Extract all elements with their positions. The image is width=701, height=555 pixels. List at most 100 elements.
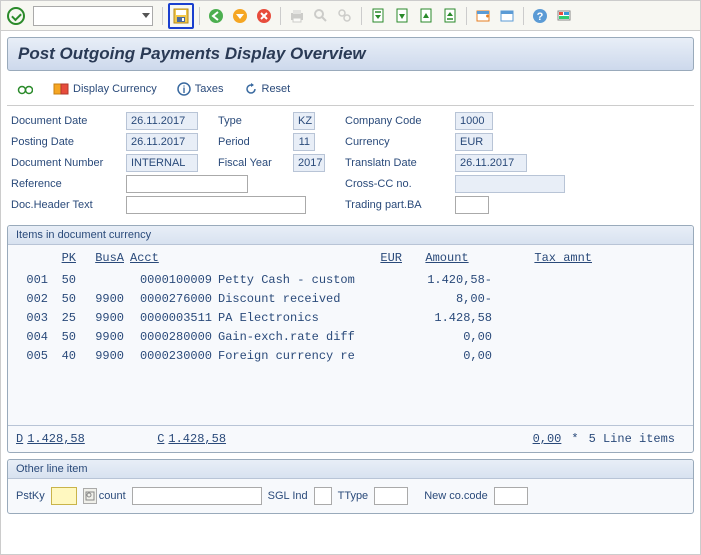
other-line-item-title: Other line item <box>8 460 693 479</box>
cell-busa: 9900 <box>76 292 124 306</box>
items-groupbox: Items in document currency PK BusA Acct … <box>7 225 694 453</box>
cell-desc: Petty Cash - custom <box>212 273 362 287</box>
ttype-input[interactable] <box>374 487 408 505</box>
undo-icon <box>244 82 258 96</box>
currency-value: EUR <box>455 133 493 151</box>
trading-ba-input[interactable] <box>455 196 489 214</box>
back-button[interactable] <box>205 5 227 27</box>
print-button[interactable] <box>286 5 308 27</box>
customize-button[interactable] <box>553 5 575 27</box>
table-row[interactable]: 001500000100009Petty Cash - custom1.420,… <box>16 273 685 287</box>
cell-amount: 1.420,58- <box>362 273 492 287</box>
save-button[interactable] <box>171 6 191 26</box>
crosscc-label: Cross-CC no. <box>345 178 455 190</box>
taxes-button[interactable]: i Taxes <box>171 80 230 98</box>
taxes-label: Taxes <box>195 83 224 95</box>
table-row[interactable]: 0032599000000003511PA Electronics1.428,5… <box>16 311 685 325</box>
first-page-icon <box>370 8 386 24</box>
enter-button[interactable] <box>5 5 27 27</box>
account-input[interactable] <box>132 487 262 505</box>
find-button[interactable] <box>310 5 332 27</box>
doc-date-value: 26.11.2017 <box>126 112 198 130</box>
exit-button[interactable] <box>229 5 251 27</box>
cell-pk: 50 <box>48 330 76 344</box>
doc-date-label: Document Date <box>11 115 126 127</box>
customize-icon <box>556 8 572 24</box>
svg-text:i: i <box>182 85 185 96</box>
other-line-item-body: PstKy count SGL Ind TType New co.code <box>8 479 693 513</box>
cancel-button[interactable] <box>253 5 275 27</box>
header-form: Document Date 26.11.2017 Type KZ Company… <box>1 110 700 219</box>
fiscal-year-value: 2017 <box>293 154 325 172</box>
credit-label: C <box>157 432 164 446</box>
separator <box>199 7 200 25</box>
cell-amount: 0,00 <box>362 349 492 363</box>
translatn-date-label: Translatn Date <box>345 157 455 169</box>
display-currency-button[interactable]: Display Currency <box>47 79 163 99</box>
pstky-search-help[interactable] <box>83 488 97 504</box>
sap-window: ? Post Outgoing Payments Display Overvie… <box>0 0 701 555</box>
type-label: Type <box>218 115 293 127</box>
table-row[interactable]: 0025099000000276000Discount received8,00… <box>16 292 685 306</box>
debit-label: D <box>16 432 23 446</box>
cell-tax <box>492 349 592 363</box>
posting-date-label: Posting Date <box>11 136 126 148</box>
reset-label: Reset <box>262 83 291 95</box>
table-row[interactable]: 0054099000000230000Foreign currency re0,… <box>16 349 685 363</box>
sgl-ind-input[interactable] <box>314 487 332 505</box>
table-row[interactable]: 0045099000000280000Gain-exch.rate diff0,… <box>16 330 685 344</box>
posting-date-value: 26.11.2017 <box>126 133 198 151</box>
prev-page-button[interactable] <box>391 5 413 27</box>
first-page-button[interactable] <box>367 5 389 27</box>
pstky-input[interactable] <box>51 487 77 505</box>
find-next-icon <box>337 8 353 24</box>
fiscal-year-label: Fiscal Year <box>218 157 293 169</box>
ttype-label: TType <box>338 490 369 502</box>
separator <box>466 7 467 25</box>
cell-desc: Gain-exch.rate diff <box>212 330 362 344</box>
help-button[interactable]: ? <box>529 5 551 27</box>
reset-button[interactable]: Reset <box>238 80 297 98</box>
cell-tax <box>492 311 592 325</box>
currency-icon <box>53 81 69 97</box>
new-session-icon <box>475 8 491 24</box>
next-page-button[interactable] <box>415 5 437 27</box>
period-value: 11 <box>293 133 315 151</box>
cell-idx: 003 <box>16 311 48 325</box>
pstky-label: PstKy <box>16 490 45 502</box>
company-label: Company Code <box>345 115 455 127</box>
cell-tax <box>492 330 592 344</box>
cell-amount: 0,00 <box>362 330 492 344</box>
separator <box>523 7 524 25</box>
back-icon <box>208 8 224 24</box>
account-label: count <box>99 490 126 502</box>
svg-text:?: ? <box>537 11 544 23</box>
new-session-button[interactable] <box>472 5 494 27</box>
type-value: KZ <box>293 112 315 130</box>
prev-page-icon <box>394 8 410 24</box>
check-icon <box>7 7 25 25</box>
currency-label: Currency <box>345 136 455 148</box>
last-page-button[interactable] <box>439 5 461 27</box>
glasses-icon <box>17 81 33 97</box>
command-field[interactable] <box>33 6 153 26</box>
layout-icon <box>499 8 515 24</box>
cell-busa <box>76 273 124 287</box>
find-next-button[interactable] <box>334 5 356 27</box>
credit-amount: 1.428,58 <box>168 432 238 446</box>
layout-button[interactable] <box>496 5 518 27</box>
cell-acct: 0000100009 <box>124 273 212 287</box>
docheader-input[interactable] <box>126 196 306 214</box>
items-groupbox-title: Items in document currency <box>8 226 693 245</box>
debit-amount: 1.428,58 <box>27 432 97 446</box>
col-pk: PK <box>48 251 76 265</box>
last-page-icon <box>442 8 458 24</box>
choose-button[interactable] <box>11 79 39 99</box>
items-footer: D 1.428,58 C 1.428,58 0,00 * 5 Line item… <box>8 425 693 452</box>
cell-idx: 002 <box>16 292 48 306</box>
newco-input[interactable] <box>494 487 528 505</box>
line-count: 5 Line items <box>589 432 675 446</box>
reference-input[interactable] <box>126 175 248 193</box>
cell-busa: 9900 <box>76 330 124 344</box>
items-table: PK BusA Acct EUR Amount Tax amnt 0015000… <box>8 245 693 425</box>
